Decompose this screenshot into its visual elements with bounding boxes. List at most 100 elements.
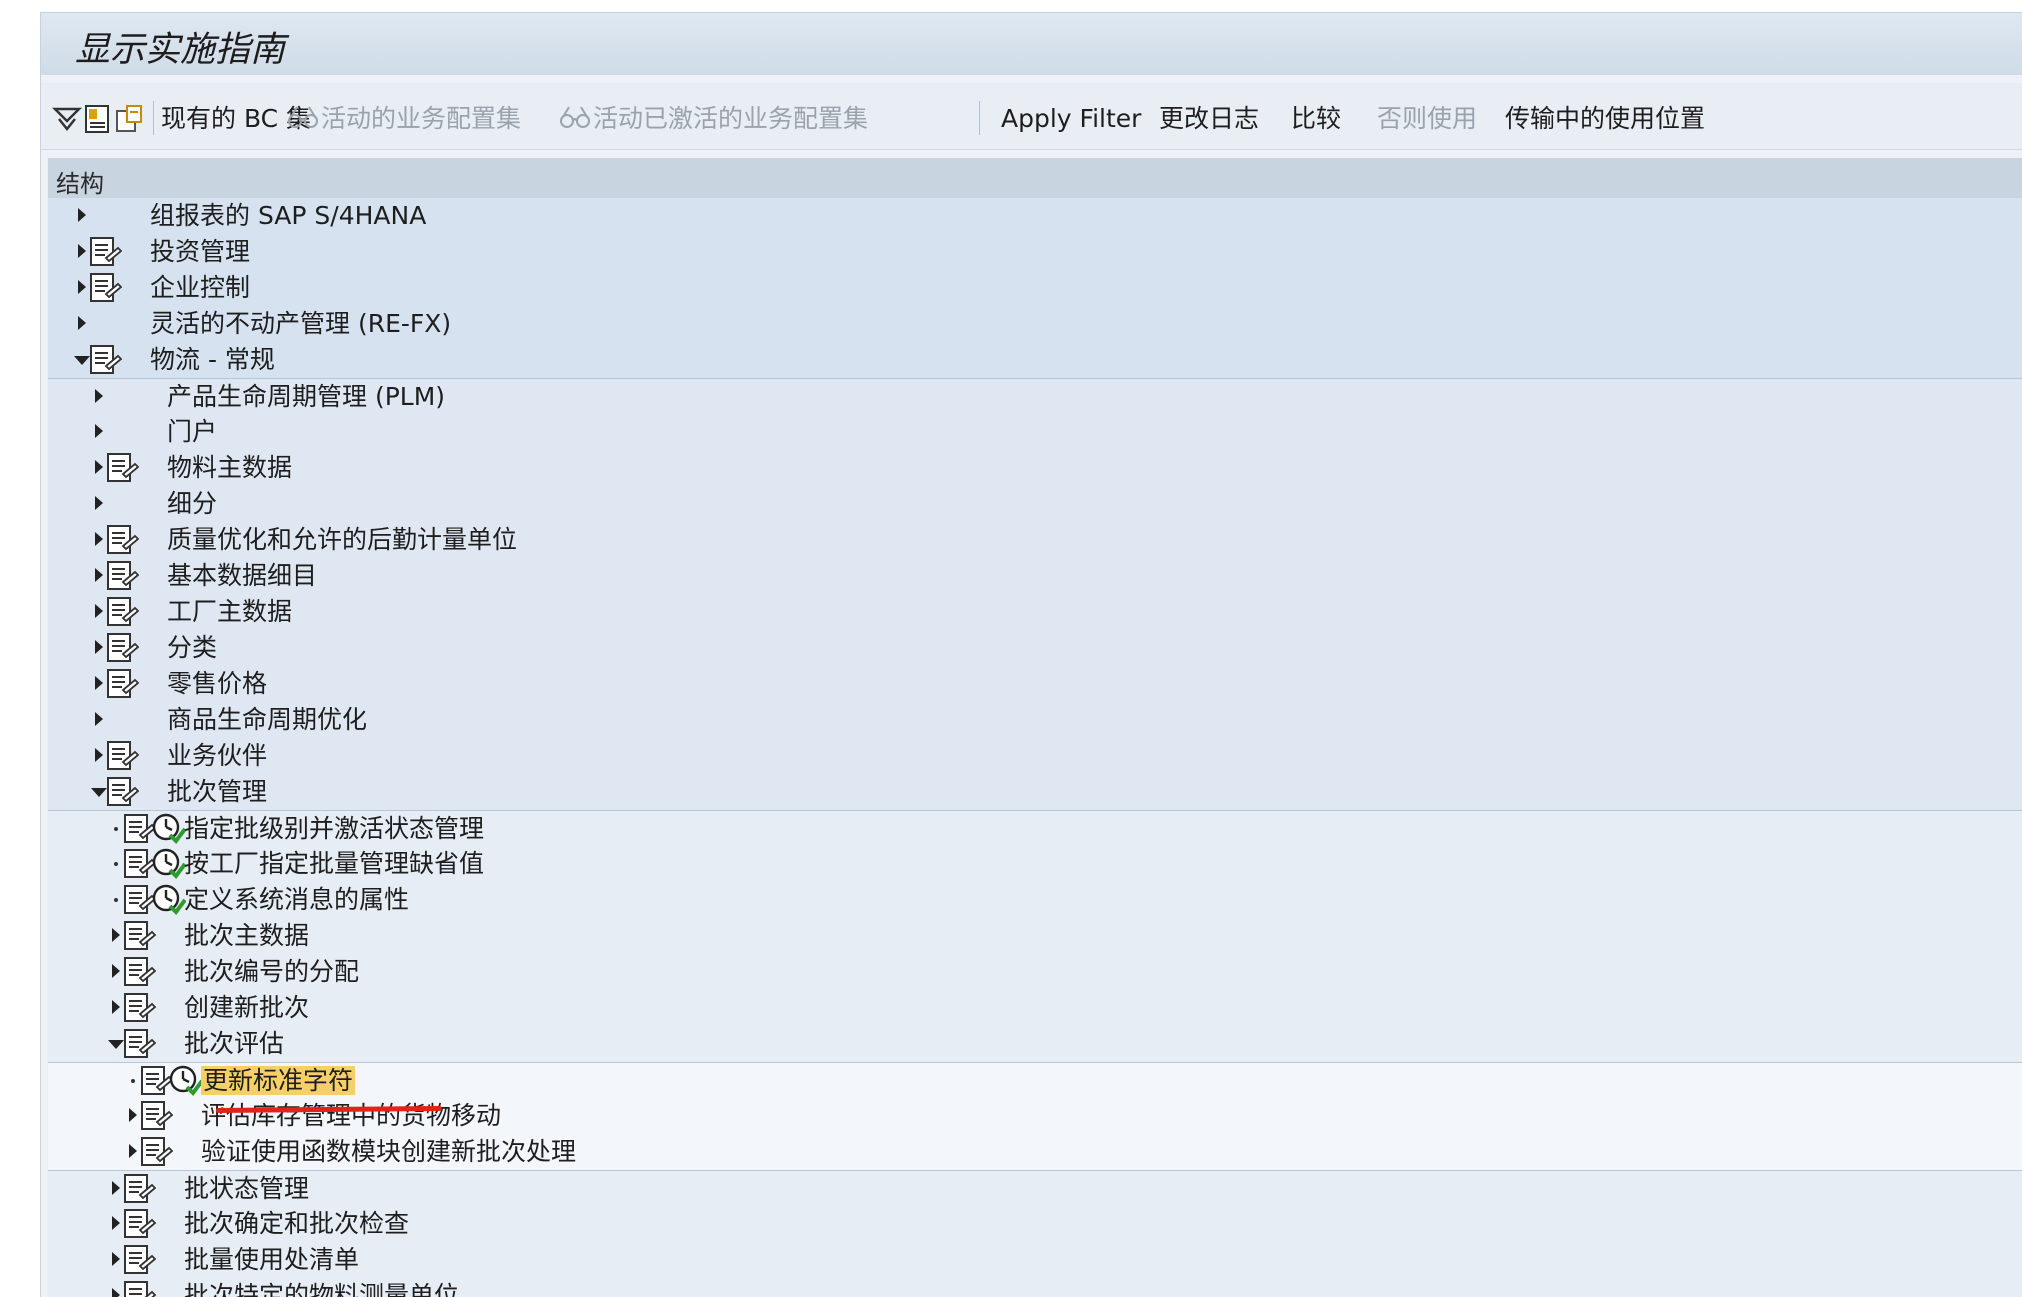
tree-row[interactable]: 批次主数据	[48, 918, 2022, 954]
execute-activity-icon[interactable]	[152, 848, 187, 880]
documentation-icon[interactable]	[139, 1136, 174, 1168]
expand-node-icon[interactable]	[95, 604, 103, 618]
tree-row[interactable]: 评估库存管理中的货物移动	[48, 1098, 2022, 1134]
expand-node-icon[interactable]	[95, 496, 103, 510]
expand-node-icon[interactable]	[129, 1108, 137, 1122]
tree-row[interactable]: 投资管理	[48, 234, 2022, 270]
tree-row[interactable]: 指定批级别并激活状态管理	[48, 810, 2022, 847]
documentation-icon[interactable]	[122, 1244, 157, 1276]
tree-row-label[interactable]: 业务伙伴	[167, 740, 267, 772]
tree-row[interactable]: 定义系统消息的属性	[48, 882, 2022, 918]
documentation-icon[interactable]	[105, 560, 140, 592]
tree-row-label[interactable]: 细分	[167, 488, 217, 520]
documentation-icon[interactable]	[122, 1028, 157, 1060]
expand-node-icon[interactable]	[95, 389, 103, 403]
tree-row[interactable]: 批量使用处清单	[48, 1242, 2022, 1278]
expand-node-icon[interactable]	[112, 1216, 120, 1230]
tree-row[interactable]: 细分	[48, 486, 2022, 522]
tree-row-label[interactable]: 投资管理	[150, 236, 250, 268]
expand-node-icon[interactable]	[112, 964, 120, 978]
documentation-icon[interactable]	[122, 1280, 157, 1297]
documentation-icon[interactable]	[81, 103, 113, 135]
tree-row-label[interactable]: 工厂主数据	[167, 596, 292, 628]
change-log-button[interactable]: 更改日志	[1159, 103, 1259, 135]
tree-row-label[interactable]: 批量使用处清单	[184, 1244, 359, 1276]
tree-row-label[interactable]: 基本数据细目	[167, 560, 317, 592]
clipboard-icon[interactable]	[113, 103, 145, 135]
tree-row-label[interactable]: 产品生命周期管理 (PLM)	[167, 381, 445, 413]
compare-button[interactable]: 比较	[1291, 103, 1341, 135]
documentation-icon[interactable]	[122, 1208, 157, 1240]
execute-activity-icon[interactable]	[152, 884, 187, 916]
tree-row[interactable]: 物流 - 常规	[48, 342, 2022, 378]
expand-node-icon[interactable]	[78, 208, 86, 222]
documentation-icon[interactable]	[122, 848, 157, 880]
tree-row-label[interactable]: 验证使用函数模块创建新批次处理	[201, 1136, 576, 1168]
expand-node-icon[interactable]	[95, 424, 103, 438]
tree-row[interactable]: 批次特定的物料测量单位	[48, 1278, 2022, 1297]
tree-row-label[interactable]: 批次评估	[184, 1028, 284, 1060]
documentation-icon[interactable]	[122, 813, 157, 845]
expand-node-icon[interactable]	[112, 1000, 120, 1014]
tree-row[interactable]: 创建新批次	[48, 990, 2022, 1026]
documentation-icon[interactable]	[105, 452, 140, 484]
tree-row[interactable]: 灵活的不动产管理 (RE-FX)	[48, 306, 2022, 342]
otherwise-used-button[interactable]: 否则使用	[1377, 103, 1477, 135]
tree-row-label[interactable]: 物料主数据	[167, 452, 292, 484]
tree-row-label[interactable]: 批状态管理	[184, 1173, 309, 1205]
expand-node-icon[interactable]	[95, 460, 103, 474]
expand-node-icon[interactable]	[95, 640, 103, 654]
tree-row[interactable]: 分类	[48, 630, 2022, 666]
expand-node-icon[interactable]	[78, 280, 86, 294]
tree-row[interactable]: 零售价格	[48, 666, 2022, 702]
expand-node-icon[interactable]	[95, 568, 103, 582]
tree-row-label[interactable]: 评估库存管理中的货物移动	[201, 1100, 501, 1132]
tree-row-label[interactable]: 批次特定的物料测量单位	[184, 1280, 459, 1297]
execute-activity-icon[interactable]	[152, 813, 187, 845]
documentation-icon[interactable]	[122, 992, 157, 1024]
tree-row-label[interactable]: 物流 - 常规	[150, 344, 275, 376]
tree-row-label[interactable]: 商品生命周期优化	[167, 704, 367, 736]
tree-row[interactable]: 商品生命周期优化	[48, 702, 2022, 738]
tree-row-label[interactable]: 定义系统消息的属性	[184, 884, 409, 916]
tree-row[interactable]: 物料主数据	[48, 450, 2022, 486]
expand-node-icon[interactable]	[78, 244, 86, 258]
tree-row-label[interactable]: 创建新批次	[184, 992, 309, 1024]
tree-row-label[interactable]: 批次管理	[167, 776, 267, 808]
documentation-icon[interactable]	[105, 776, 140, 808]
tree-row-label[interactable]: 组报表的 SAP S/4HANA	[150, 200, 426, 232]
tree-row[interactable]: 工厂主数据	[48, 594, 2022, 630]
documentation-icon[interactable]	[88, 344, 123, 376]
execute-activity-icon[interactable]	[169, 1065, 204, 1097]
documentation-icon[interactable]	[139, 1100, 174, 1132]
documentation-icon[interactable]	[122, 920, 157, 952]
apply-filter-button[interactable]: Apply Filter	[1001, 103, 1141, 135]
activated-bc-sets-button[interactable]: 活动已激活的业务配置集	[559, 103, 868, 135]
documentation-icon[interactable]	[122, 1173, 157, 1205]
tree-row[interactable]: 批状态管理	[48, 1170, 2022, 1207]
documentation-icon[interactable]	[105, 524, 140, 556]
tree-row-label[interactable]: 分类	[167, 632, 217, 664]
documentation-icon[interactable]	[105, 668, 140, 700]
tree-row[interactable]: 批次管理	[48, 774, 2022, 810]
tree-row[interactable]: 更新标准字符	[48, 1062, 2022, 1099]
documentation-icon[interactable]	[105, 740, 140, 772]
documentation-icon[interactable]	[122, 884, 157, 916]
expand-node-icon[interactable]	[78, 316, 86, 330]
documentation-icon[interactable]	[122, 956, 157, 988]
tree-row[interactable]: 基本数据细目	[48, 558, 2022, 594]
tree-row-label[interactable]: 企业控制	[150, 272, 250, 304]
tree-row-label[interactable]: 按工厂指定批量管理缺省值	[184, 848, 484, 880]
tree-row-label[interactable]: 批次主数据	[184, 920, 309, 952]
tree-row-label[interactable]: 零售价格	[167, 668, 267, 700]
tree-row[interactable]: 产品生命周期管理 (PLM)	[48, 378, 2022, 415]
tree-row[interactable]: 业务伙伴	[48, 738, 2022, 774]
tree-row-label[interactable]: 指定批级别并激活状态管理	[184, 813, 484, 845]
expand-subtree-icon[interactable]	[51, 103, 83, 135]
tree-row-label[interactable]: 门户	[167, 416, 217, 448]
tree-row-label[interactable]: 批次确定和批次检查	[184, 1208, 409, 1240]
documentation-icon[interactable]	[105, 632, 140, 664]
tree-row[interactable]: 批次确定和批次检查	[48, 1206, 2022, 1242]
tree-row[interactable]: 组报表的 SAP S/4HANA	[48, 198, 2022, 234]
active-bc-sets-button[interactable]: 活动的业务配置集	[287, 103, 521, 135]
